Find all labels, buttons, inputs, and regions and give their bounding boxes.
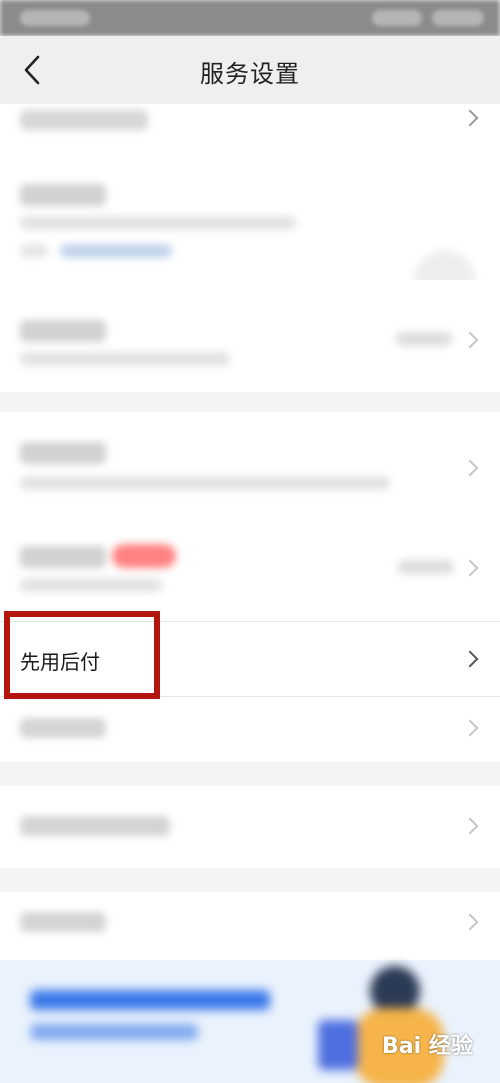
status-bar: [0, 0, 500, 36]
section-gap: [0, 868, 500, 892]
chevron-right-icon: [461, 459, 479, 477]
list-item[interactable]: [0, 412, 500, 524]
chevron-right-icon: [461, 817, 479, 835]
settings-list: [0, 104, 500, 1083]
chevron-right-icon: [461, 331, 479, 349]
list-item[interactable]: [0, 104, 500, 158]
status-battery-icon: [432, 10, 484, 26]
list-item[interactable]: [0, 696, 500, 762]
watermark-logo: Bai 经验: [382, 1034, 473, 1059]
list-item[interactable]: [0, 892, 500, 960]
status-time: [20, 10, 90, 26]
chevron-right-icon: [461, 913, 479, 931]
list-item[interactable]: [0, 280, 500, 392]
promo-banner[interactable]: [0, 960, 500, 1083]
list-item[interactable]: [0, 524, 500, 622]
new-badge: [112, 544, 176, 568]
screen: 服务设置 先用后付 Bai 经验: [0, 0, 500, 1083]
chevron-right-icon: [461, 559, 479, 577]
list-item[interactable]: [0, 158, 500, 312]
section-gap: [0, 392, 500, 412]
chevron-right-icon: [461, 719, 479, 737]
highlight-annotation: [4, 611, 160, 699]
list-item[interactable]: [0, 786, 500, 868]
chevron-right-icon: [461, 650, 479, 668]
status-signal-icon: [372, 10, 422, 26]
section-gap: [0, 762, 500, 786]
page-title: 服务设置: [200, 60, 300, 88]
navigation-header: 服务设置: [0, 36, 500, 104]
chevron-right-icon: [461, 109, 479, 127]
